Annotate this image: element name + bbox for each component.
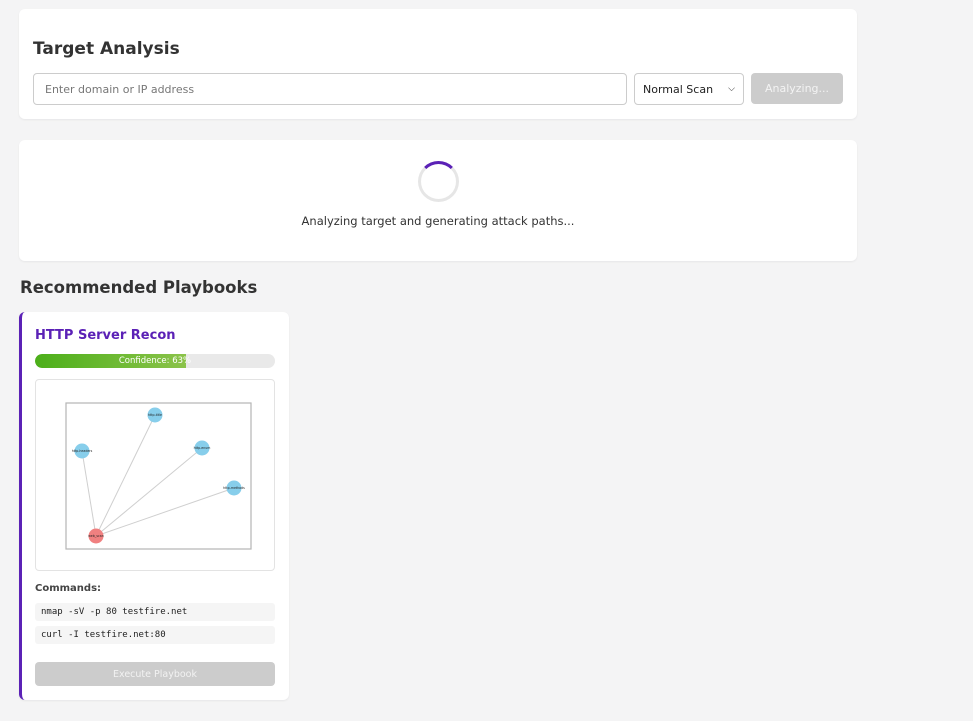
chevron-down-icon: ⌵: [728, 84, 735, 94]
graph-node-label: http-enum: [194, 446, 211, 450]
graph-edge: [95, 447, 203, 537]
graph-node-label: web_scan: [88, 534, 104, 538]
graph-node-label: http-headers: [72, 449, 93, 453]
attack-graph: http-title http-headers http-enum http-meth…: [35, 379, 275, 571]
graph-node-label: http-methods: [223, 486, 245, 490]
confidence-bar: Confidence: 63%: [35, 354, 275, 368]
target-input[interactable]: [33, 73, 627, 105]
playbook-card: HTTP Server Recon Confidence: 63% http-t…: [19, 312, 289, 700]
playbook-title: HTTP Server Recon: [35, 328, 176, 343]
command-line: nmap -sV -p 80 testfire.net: [35, 603, 275, 621]
confidence-label: Confidence: 63%: [118, 356, 192, 366]
target-analysis-panel: Target Analysis Normal Scan ⌵ Analyzing.…: [19, 9, 857, 119]
playbooks-heading: Recommended Playbooks: [20, 278, 258, 297]
graph-edge: [95, 414, 156, 537]
graph-frame: [65, 402, 252, 550]
command-line: curl -I testfire.net:80: [35, 626, 275, 644]
analyze-button[interactable]: Analyzing...: [751, 73, 843, 104]
execute-playbook-button[interactable]: Execute Playbook: [35, 662, 275, 686]
scan-mode-select[interactable]: Normal Scan ⌵: [634, 73, 744, 105]
loading-spinner-icon: [418, 161, 459, 202]
graph-edge: [81, 450, 97, 537]
loading-text: Analyzing target and generating attack p…: [301, 214, 575, 228]
commands-label: Commands:: [35, 583, 102, 594]
scan-mode-value: Normal Scan: [643, 82, 714, 96]
loading-panel: Analyzing target and generating attack p…: [19, 140, 857, 261]
target-analysis-title: Target Analysis: [33, 39, 180, 59]
graph-node-label: http-title: [148, 413, 162, 417]
graph-edge: [95, 487, 235, 537]
attack-graph-svg: http-title http-headers http-enum http-meth…: [65, 402, 252, 550]
